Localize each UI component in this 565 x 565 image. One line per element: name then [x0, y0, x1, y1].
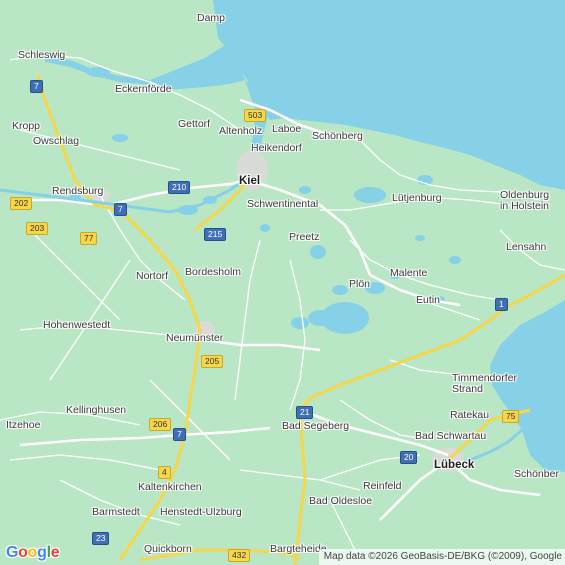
place-label[interactable]: Barmstedt	[92, 506, 140, 518]
place-label[interactable]: Quickborn	[144, 543, 192, 555]
place-label[interactable]: Preetz	[289, 231, 319, 243]
autobahn-shield[interactable]: 23	[92, 532, 110, 545]
federal-road-shield[interactable]: 432	[228, 549, 251, 562]
place-label[interactable]: Schleswig	[18, 49, 65, 61]
place-label[interactable]: Plön	[349, 278, 370, 290]
place-label[interactable]: Altenholz	[219, 125, 262, 137]
place-label[interactable]: Owschlag	[33, 135, 79, 147]
autobahn-shield[interactable]: 7	[114, 203, 127, 216]
map-canvas[interactable]: Damp Schleswig Eckernförde Gettorf Altenholz…	[0, 0, 565, 565]
map-base-layer	[0, 0, 565, 565]
place-label[interactable]: Itzehoe	[6, 419, 40, 431]
place-label[interactable]: Oldenburg in Holstein	[500, 189, 549, 212]
place-label[interactable]: Lübeck	[434, 459, 474, 471]
place-label[interactable]: Bad Segeberg	[282, 420, 349, 432]
place-label[interactable]: Kiel	[239, 175, 260, 187]
federal-road-shield[interactable]: 206	[149, 418, 172, 431]
federal-road-shield[interactable]: 77	[80, 232, 98, 245]
federal-road-shield[interactable]: 75	[502, 410, 520, 423]
federal-road-shield[interactable]: 205	[201, 355, 224, 368]
autobahn-shield[interactable]: 215	[204, 228, 227, 241]
place-label[interactable]: Ratekau	[450, 409, 489, 421]
place-label[interactable]: Kropp	[12, 120, 40, 132]
place-label[interactable]: Nortorf	[136, 270, 168, 282]
place-label[interactable]: Damp	[197, 12, 225, 24]
federal-road-shield[interactable]: 4	[158, 466, 171, 479]
map-attribution[interactable]: Map data ©2026 GeoBasis-DE/BKG (©2009), …	[318, 549, 565, 565]
place-label[interactable]: Eckernförde	[115, 83, 172, 95]
autobahn-shield[interactable]: 7	[173, 428, 186, 441]
place-label[interactable]: Schönberg	[312, 130, 363, 142]
place-label[interactable]: Eutin	[416, 294, 440, 306]
federal-road-shield[interactable]: 202	[10, 197, 33, 210]
place-label[interactable]: Kaltenkirchen	[138, 481, 202, 493]
place-label[interactable]: Bad Oldesloe	[309, 495, 372, 507]
place-label[interactable]: Rendsburg	[52, 185, 103, 197]
place-label[interactable]: Schönber	[514, 468, 559, 480]
place-label[interactable]: Neumünster	[166, 332, 223, 344]
place-label[interactable]: Malente	[390, 267, 427, 279]
place-label[interactable]: Lütjenburg	[392, 192, 442, 204]
place-label[interactable]: Lensahn	[506, 241, 546, 253]
place-label[interactable]: Timmendorfer Strand	[452, 372, 517, 395]
google-logo[interactable]: Google	[6, 544, 60, 562]
autobahn-shield[interactable]: 1	[495, 298, 508, 311]
place-label[interactable]: Kellinghusen	[66, 404, 126, 416]
place-label[interactable]: Reinfeld	[363, 480, 402, 492]
autobahn-shield[interactable]: 7	[30, 80, 43, 93]
place-label[interactable]: Schwentinental	[247, 198, 318, 210]
place-label[interactable]: Bad Schwartau	[415, 430, 486, 442]
federal-road-shield[interactable]: 503	[244, 109, 267, 122]
autobahn-shield[interactable]: 21	[296, 406, 314, 419]
place-label[interactable]: Gettorf	[178, 118, 210, 130]
federal-road-shield[interactable]: 203	[26, 222, 49, 235]
place-label[interactable]: Laboe	[272, 123, 301, 135]
autobahn-shield[interactable]: 20	[400, 451, 418, 464]
place-label[interactable]: Heikendorf	[251, 142, 302, 154]
place-label[interactable]: Bordesholm	[185, 266, 241, 278]
place-label[interactable]: Hohenwestedt	[43, 319, 110, 331]
autobahn-shield[interactable]: 210	[168, 181, 191, 194]
place-label[interactable]: Henstedt-Ulzburg	[160, 506, 242, 518]
